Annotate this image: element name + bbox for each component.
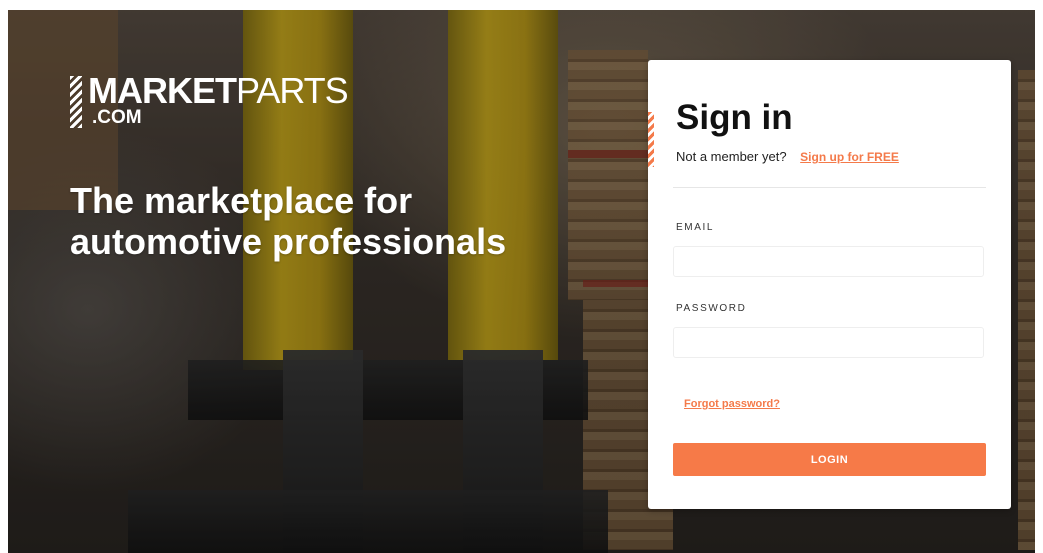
password-label: PASSWORD xyxy=(676,303,747,314)
logo-bold-text: MARKET xyxy=(88,70,237,111)
signin-card: Sign in Not a member yet? Sign up for FR… xyxy=(648,60,1011,509)
signup-link[interactable]: Sign up for FREE xyxy=(800,150,899,164)
member-prompt-text: Not a member yet? xyxy=(676,149,787,164)
login-button[interactable]: LOGIN xyxy=(673,443,986,476)
logo-suffix: .COM xyxy=(92,107,142,128)
hero-headline: The marketplace for automotive professio… xyxy=(70,180,590,262)
hero-headline-line2: automotive professionals xyxy=(70,221,507,262)
card-divider xyxy=(673,187,986,188)
signin-title: Sign in xyxy=(676,98,793,137)
logo-wordmark: MARKETPARTS xyxy=(88,70,349,111)
email-input[interactable] xyxy=(673,246,984,277)
hero-headline-line1: The marketplace for xyxy=(70,180,413,221)
password-input[interactable] xyxy=(673,327,984,358)
forgot-password-link[interactable]: Forgot password? xyxy=(684,398,780,410)
email-label: EMAIL xyxy=(676,222,715,233)
card-accent-stripes xyxy=(648,112,654,167)
logo-light-text: PARTS xyxy=(235,70,349,111)
member-prompt-row: Not a member yet? Sign up for FREE xyxy=(676,149,899,164)
logo-stripes-icon xyxy=(70,76,82,128)
